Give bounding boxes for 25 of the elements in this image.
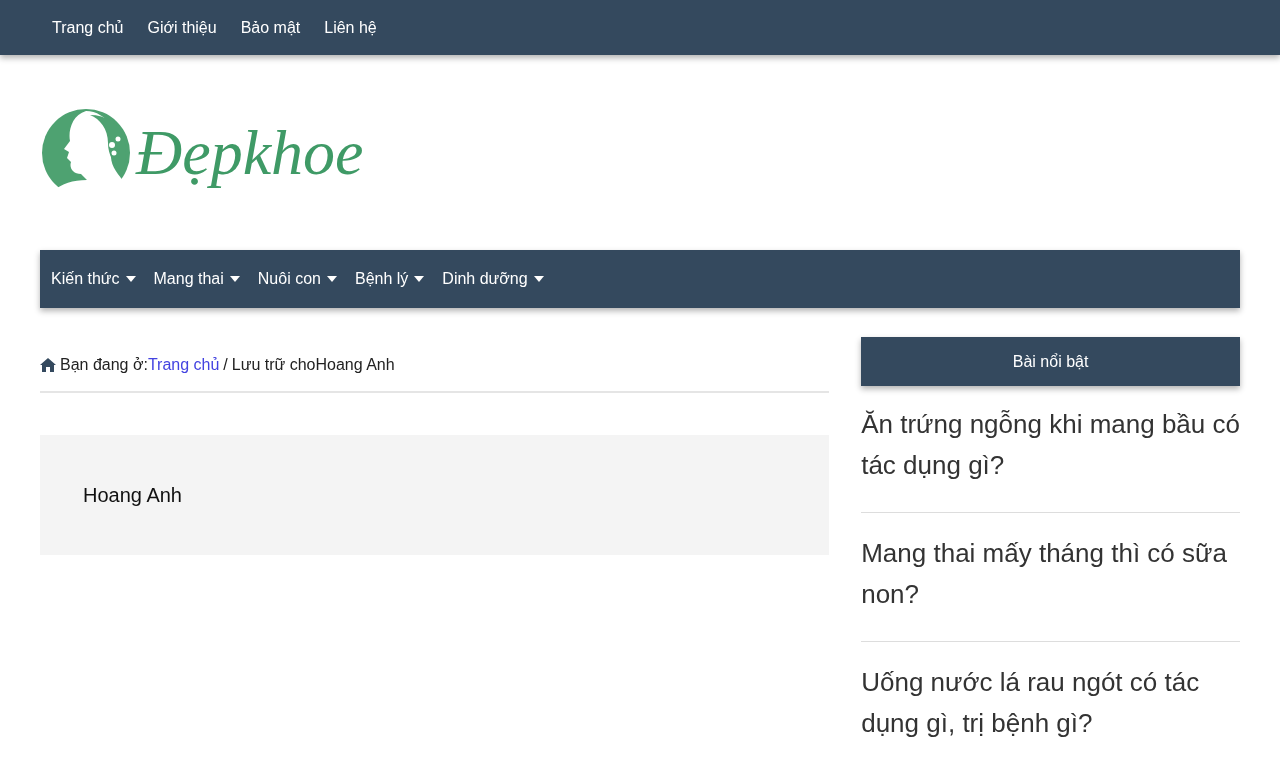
- main-menu-link[interactable]: Kiến thức: [42, 259, 145, 299]
- sidebar-heading: Bài nổi bật: [861, 337, 1240, 386]
- main-menu-link[interactable]: Dinh dưỡng: [433, 259, 553, 299]
- top-menu-link[interactable]: Liên hệ: [312, 7, 389, 48]
- caret-icon: [326, 276, 337, 282]
- caret-icon: [414, 276, 425, 282]
- author-name: Hoang Anh: [83, 483, 182, 508]
- top-menu-link[interactable]: Bảo mật: [228, 7, 313, 48]
- top-menu-link[interactable]: Giới thiệu: [135, 7, 229, 48]
- breadcrumb-home-link[interactable]: Trang chủ: [147, 353, 220, 377]
- main-menu-link[interactable]: Bệnh lý: [345, 259, 434, 299]
- main-menu-link[interactable]: Nuôi con: [248, 259, 346, 299]
- breadcrumb-label: Bạn đang ở:: [60, 355, 148, 375]
- featured-post-link[interactable]: Uống nước lá rau ngót có tác dụng gì, trị bệnh gì?: [861, 662, 1240, 744]
- home-icon: [40, 358, 56, 372]
- main-menu-link[interactable]: Mang thai: [144, 259, 249, 299]
- caret-icon: [533, 276, 544, 282]
- featured-post-link[interactable]: Mang thai mấy tháng thì có sữa non?: [861, 533, 1240, 615]
- caret-icon: [125, 276, 136, 282]
- breadcrumb-current: Lưu trữ choHoang Anh: [231, 355, 395, 375]
- featured-post-link[interactable]: Ăn trứng ngỗng khi mang bầu có tác dụng gì?: [861, 404, 1240, 486]
- top-menu-link[interactable]: Trang chủ: [40, 7, 136, 48]
- woman-profile-icon: [40, 106, 132, 199]
- caret-icon: [229, 276, 240, 282]
- breadcrumb-separator: /: [223, 355, 228, 375]
